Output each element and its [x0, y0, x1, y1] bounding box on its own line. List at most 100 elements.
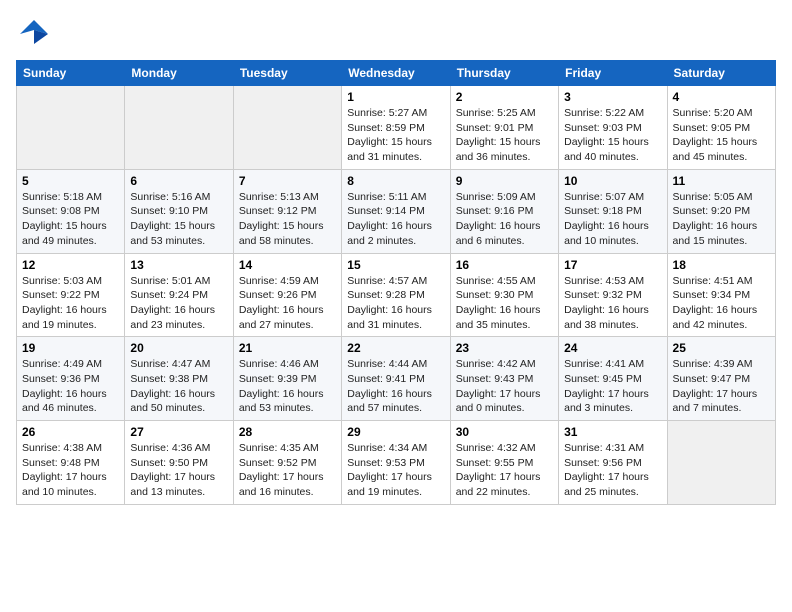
- day-content: Sunrise: 5:13 AM Sunset: 9:12 PM Dayligh…: [239, 190, 336, 249]
- calendar-week-row: 19 Sunrise: 4:49 AM Sunset: 9:36 PM Dayli…: [17, 337, 776, 421]
- calendar-cell: 22 Sunrise: 4:44 AM Sunset: 9:41 PM Dayli…: [342, 337, 450, 421]
- calendar-cell: 3Sunrise: 5:22 AM Sunset: 9:03 PM Daylig…: [559, 86, 667, 170]
- day-header-saturday: Saturday: [667, 61, 775, 86]
- day-number: 24: [564, 341, 661, 355]
- day-number: 30: [456, 425, 553, 439]
- day-number: 29: [347, 425, 444, 439]
- calendar-cell: 1Sunrise: 5:27 AM Sunset: 8:59 PM Daylig…: [342, 86, 450, 170]
- day-content: Sunrise: 4:59 AM Sunset: 9:26 PM Dayligh…: [239, 274, 336, 333]
- day-number: 14: [239, 258, 336, 272]
- day-number: 13: [130, 258, 227, 272]
- calendar-week-row: 5 Sunrise: 5:18 AM Sunset: 9:08 PM Daylig…: [17, 169, 776, 253]
- calendar-week-row: 26 Sunrise: 4:38 AM Sunset: 9:48 PM Dayli…: [17, 421, 776, 505]
- day-header-wednesday: Wednesday: [342, 61, 450, 86]
- day-number: 31: [564, 425, 661, 439]
- day-number: 23: [456, 341, 553, 355]
- day-number: 19: [22, 341, 119, 355]
- day-content: Sunrise: 5:05 AM Sunset: 9:20 PM Dayligh…: [673, 190, 770, 249]
- calendar-cell: 29 Sunrise: 4:34 AM Sunset: 9:53 PM Dayli…: [342, 421, 450, 505]
- calendar-week-row: 1Sunrise: 5:27 AM Sunset: 8:59 PM Daylig…: [17, 86, 776, 170]
- day-number: 3: [564, 90, 661, 104]
- calendar-cell: 19 Sunrise: 4:49 AM Sunset: 9:36 PM Dayli…: [17, 337, 125, 421]
- day-content: Sunrise: 5:18 AM Sunset: 9:08 PM Dayligh…: [22, 190, 119, 249]
- day-header-tuesday: Tuesday: [233, 61, 341, 86]
- calendar-cell: 11 Sunrise: 5:05 AM Sunset: 9:20 PM Dayli…: [667, 169, 775, 253]
- calendar-cell: 18 Sunrise: 4:51 AM Sunset: 9:34 PM Dayli…: [667, 253, 775, 337]
- calendar-table: SundayMondayTuesdayWednesdayThursdayFrid…: [16, 60, 776, 505]
- day-content: Sunrise: 4:36 AM Sunset: 9:50 PM Dayligh…: [130, 441, 227, 500]
- day-content: Sunrise: 5:01 AM Sunset: 9:24 PM Dayligh…: [130, 274, 227, 333]
- day-content: Sunrise: 4:32 AM Sunset: 9:55 PM Dayligh…: [456, 441, 553, 500]
- logo: [16, 16, 52, 52]
- calendar-cell: 24 Sunrise: 4:41 AM Sunset: 9:45 PM Dayli…: [559, 337, 667, 421]
- day-header-thursday: Thursday: [450, 61, 558, 86]
- day-number: 7: [239, 174, 336, 188]
- day-number: 27: [130, 425, 227, 439]
- day-content: Sunrise: 5:03 AM Sunset: 9:22 PM Dayligh…: [22, 274, 119, 333]
- day-content: Sunrise: 4:49 AM Sunset: 9:36 PM Dayligh…: [22, 357, 119, 416]
- day-content: Sunrise: 4:55 AM Sunset: 9:30 PM Dayligh…: [456, 274, 553, 333]
- calendar-header-row: SundayMondayTuesdayWednesdayThursdayFrid…: [17, 61, 776, 86]
- day-content: Sunrise: 5:09 AM Sunset: 9:16 PM Dayligh…: [456, 190, 553, 249]
- day-content: Sunrise: 5:25 AM Sunset: 9:01 PM Dayligh…: [456, 106, 553, 165]
- calendar-cell: [125, 86, 233, 170]
- calendar-cell: 13 Sunrise: 5:01 AM Sunset: 9:24 PM Dayli…: [125, 253, 233, 337]
- day-number: 6: [130, 174, 227, 188]
- day-content: Sunrise: 4:41 AM Sunset: 9:45 PM Dayligh…: [564, 357, 661, 416]
- calendar-cell: 8Sunrise: 5:11 AM Sunset: 9:14 PM Daylig…: [342, 169, 450, 253]
- day-content: Sunrise: 4:31 AM Sunset: 9:56 PM Dayligh…: [564, 441, 661, 500]
- day-number: 15: [347, 258, 444, 272]
- day-number: 11: [673, 174, 770, 188]
- calendar-cell: 15 Sunrise: 4:57 AM Sunset: 9:28 PM Dayli…: [342, 253, 450, 337]
- page-header: [16, 16, 776, 52]
- day-content: Sunrise: 4:39 AM Sunset: 9:47 PM Dayligh…: [673, 357, 770, 416]
- day-number: 18: [673, 258, 770, 272]
- day-content: Sunrise: 4:34 AM Sunset: 9:53 PM Dayligh…: [347, 441, 444, 500]
- day-number: 22: [347, 341, 444, 355]
- day-header-sunday: Sunday: [17, 61, 125, 86]
- day-content: Sunrise: 4:35 AM Sunset: 9:52 PM Dayligh…: [239, 441, 336, 500]
- day-content: Sunrise: 4:38 AM Sunset: 9:48 PM Dayligh…: [22, 441, 119, 500]
- day-header-friday: Friday: [559, 61, 667, 86]
- calendar-cell: 7 Sunrise: 5:13 AM Sunset: 9:12 PM Daylig…: [233, 169, 341, 253]
- day-content: Sunrise: 5:11 AM Sunset: 9:14 PM Dayligh…: [347, 190, 444, 249]
- calendar-cell: 27 Sunrise: 4:36 AM Sunset: 9:50 PM Dayli…: [125, 421, 233, 505]
- calendar-cell: 17Sunrise: 4:53 AM Sunset: 9:32 PM Dayli…: [559, 253, 667, 337]
- day-content: Sunrise: 5:16 AM Sunset: 9:10 PM Dayligh…: [130, 190, 227, 249]
- day-number: 17: [564, 258, 661, 272]
- calendar-cell: 2 Sunrise: 5:25 AM Sunset: 9:01 PM Daylig…: [450, 86, 558, 170]
- calendar-cell: 10Sunrise: 5:07 AM Sunset: 9:18 PM Dayli…: [559, 169, 667, 253]
- day-number: 25: [673, 341, 770, 355]
- day-content: Sunrise: 4:57 AM Sunset: 9:28 PM Dayligh…: [347, 274, 444, 333]
- calendar-cell: 28Sunrise: 4:35 AM Sunset: 9:52 PM Dayli…: [233, 421, 341, 505]
- calendar-cell: 9 Sunrise: 5:09 AM Sunset: 9:16 PM Daylig…: [450, 169, 558, 253]
- day-number: 5: [22, 174, 119, 188]
- day-number: 4: [673, 90, 770, 104]
- calendar-cell: 16 Sunrise: 4:55 AM Sunset: 9:30 PM Dayli…: [450, 253, 558, 337]
- calendar-cell: [17, 86, 125, 170]
- calendar-cell: 6 Sunrise: 5:16 AM Sunset: 9:10 PM Daylig…: [125, 169, 233, 253]
- day-content: Sunrise: 4:46 AM Sunset: 9:39 PM Dayligh…: [239, 357, 336, 416]
- calendar-cell: [233, 86, 341, 170]
- day-number: 2: [456, 90, 553, 104]
- calendar-cell: 12Sunrise: 5:03 AM Sunset: 9:22 PM Dayli…: [17, 253, 125, 337]
- day-content: Sunrise: 4:42 AM Sunset: 9:43 PM Dayligh…: [456, 357, 553, 416]
- day-content: Sunrise: 4:44 AM Sunset: 9:41 PM Dayligh…: [347, 357, 444, 416]
- day-number: 21: [239, 341, 336, 355]
- calendar-week-row: 12Sunrise: 5:03 AM Sunset: 9:22 PM Dayli…: [17, 253, 776, 337]
- calendar-cell: 4 Sunrise: 5:20 AM Sunset: 9:05 PM Daylig…: [667, 86, 775, 170]
- calendar-cell: 31 Sunrise: 4:31 AM Sunset: 9:56 PM Dayli…: [559, 421, 667, 505]
- day-number: 26: [22, 425, 119, 439]
- calendar-cell: 25 Sunrise: 4:39 AM Sunset: 9:47 PM Dayli…: [667, 337, 775, 421]
- day-header-monday: Monday: [125, 61, 233, 86]
- day-content: Sunrise: 4:51 AM Sunset: 9:34 PM Dayligh…: [673, 274, 770, 333]
- logo-icon: [16, 16, 52, 52]
- day-content: Sunrise: 4:47 AM Sunset: 9:38 PM Dayligh…: [130, 357, 227, 416]
- day-number: 9: [456, 174, 553, 188]
- day-content: Sunrise: 5:20 AM Sunset: 9:05 PM Dayligh…: [673, 106, 770, 165]
- calendar-cell: 30 Sunrise: 4:32 AM Sunset: 9:55 PM Dayli…: [450, 421, 558, 505]
- calendar-cell: 21 Sunrise: 4:46 AM Sunset: 9:39 PM Dayli…: [233, 337, 341, 421]
- calendar-cell: 26 Sunrise: 4:38 AM Sunset: 9:48 PM Dayli…: [17, 421, 125, 505]
- day-number: 16: [456, 258, 553, 272]
- day-number: 1: [347, 90, 444, 104]
